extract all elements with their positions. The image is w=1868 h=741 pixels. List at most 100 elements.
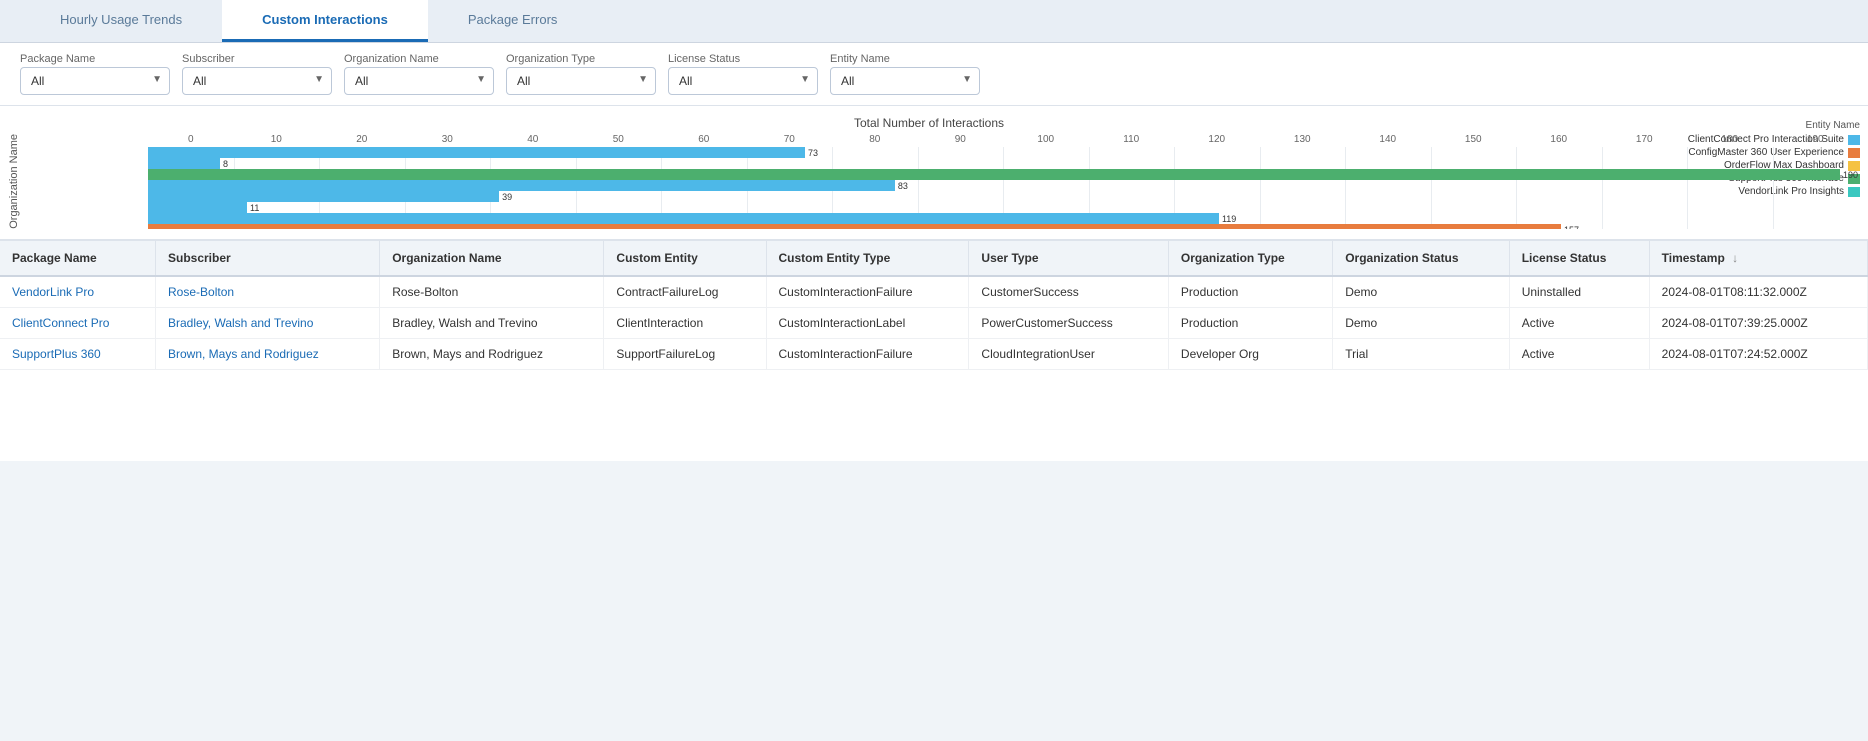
col-package-name[interactable]: Package Name [0, 241, 156, 276]
filter-package-name-select[interactable]: All [20, 67, 170, 95]
chart-area: Total Number of Interactions Entity Name… [0, 106, 1868, 241]
bar-segment-primary [148, 191, 499, 202]
filter-license-status-select[interactable]: All [668, 67, 818, 95]
table-header-row: Package Name Subscriber Organization Nam… [0, 241, 1868, 276]
table-row: ClientConnect Pro Bradley, Walsh and Trev… [0, 307, 1868, 338]
bar-value-label: 119 [1222, 214, 1236, 224]
cell-subscriber[interactable]: Rose-Bolton [156, 276, 380, 308]
x-tick: 100 [1003, 134, 1089, 145]
filter-org-type-select[interactable]: All [506, 67, 656, 95]
filter-subscriber-select[interactable]: All [182, 67, 332, 95]
bar-value-label: 39 [502, 192, 512, 202]
filter-org-type: Organization Type All ▼ [506, 53, 656, 95]
package-name-link[interactable]: SupportPlus 360 [12, 347, 101, 361]
col-license-status[interactable]: License Status [1509, 241, 1649, 276]
filter-entity-name-label: Entity Name [830, 53, 980, 65]
cell-subscriber[interactable]: Brown, Mays and Rodriguez [156, 338, 380, 369]
chart-container: Organization Name 0102030405060708090100… [0, 134, 1858, 229]
filter-entity-name-select[interactable]: All [830, 67, 980, 95]
col-subscriber[interactable]: Subscriber [156, 241, 380, 276]
tab-hourly-usage[interactable]: Hourly Usage Trends [20, 0, 222, 42]
bar-segment-primary [148, 180, 895, 191]
cell-user-type: CustomerSuccess [969, 276, 1169, 308]
cell-org-name: Rose-Bolton [380, 276, 604, 308]
cell-package-name[interactable]: ClientConnect Pro [0, 307, 156, 338]
package-name-link[interactable]: VendorLink Pro [12, 285, 94, 299]
cell-custom-entity-type: CustomInteractionFailure [766, 276, 969, 308]
col-org-name[interactable]: Organization Name [380, 241, 604, 276]
table-row: VendorLink ProRose-BoltonRose-BoltonCont… [0, 276, 1868, 308]
x-tick: 180 [1687, 134, 1773, 145]
bar-value-label: 190 [1843, 170, 1858, 180]
cell-org-status: Demo [1333, 307, 1509, 338]
x-tick: 120 [1174, 134, 1260, 145]
filter-license-status-label: License Status [668, 53, 818, 65]
chart-inner: 0102030405060708090100110120130140150160… [28, 134, 1858, 229]
cell-package-name[interactable]: VendorLink Pro [0, 276, 156, 308]
cell-license-status: Active [1509, 338, 1649, 369]
cell-custom-entity-type: CustomInteractionLabel [766, 307, 969, 338]
col-custom-entity[interactable]: Custom Entity [604, 241, 766, 276]
chart-title: Total Number of Interactions [0, 116, 1858, 130]
bars-area: Acosta Inc73Aguirre Inc8Allen-Kelly190Ar… [148, 147, 1858, 229]
cell-custom-entity: ClientInteraction [604, 307, 766, 338]
bar-row: Baker-Williams11 [148, 202, 1858, 213]
subscriber-link[interactable]: Brown, Mays and Rodriguez [168, 347, 319, 361]
x-tick: 170 [1602, 134, 1688, 145]
filter-org-type-label: Organization Type [506, 53, 656, 65]
x-tick: 0 [148, 134, 234, 145]
x-tick: 20 [319, 134, 405, 145]
x-axis-ticks: 0102030405060708090100110120130140150160… [148, 134, 1858, 145]
cell-org-type: Developer Org [1168, 338, 1332, 369]
x-tick: 30 [405, 134, 491, 145]
cell-org-type: Production [1168, 307, 1332, 338]
filter-org-name-select[interactable]: All [344, 67, 494, 95]
cell-org-name: Bradley, Walsh and Trevino [380, 307, 604, 338]
col-user-type[interactable]: User Type [969, 241, 1169, 276]
filter-license-status: License Status All ▼ [668, 53, 818, 95]
bars-content: Acosta Inc73Aguirre Inc8Allen-Kelly190Ar… [148, 147, 1858, 229]
col-org-type[interactable]: Organization Type [1168, 241, 1332, 276]
cell-org-type: Production [1168, 276, 1332, 308]
filter-package-name: Package Name All ▼ [20, 53, 170, 95]
bar-row: Allen-Kelly190 [148, 169, 1858, 180]
cell-package-name[interactable]: SupportPlus 360 [0, 338, 156, 369]
col-custom-entity-type[interactable]: Custom Entity Type [766, 241, 969, 276]
bar-row: Arnold-Martin83 [148, 180, 1858, 191]
tab-custom-interactions[interactable]: Custom Interactions [222, 0, 428, 42]
bar-value-label: 73 [808, 148, 818, 158]
cell-user-type: PowerCustomerSuccess [969, 307, 1169, 338]
table-body: VendorLink ProRose-BoltonRose-BoltonCont… [0, 276, 1868, 370]
x-tick: 10 [234, 134, 320, 145]
tabs-bar: Hourly Usage Trends Custom Interactions … [0, 0, 1868, 43]
cell-custom-entity-type: CustomInteractionFailure [766, 338, 969, 369]
table-area[interactable]: Package Name Subscriber Organization Nam… [0, 241, 1868, 461]
bar-value-label: 8 [223, 159, 228, 169]
bar-row: Baker-Zuniga119 [148, 213, 1858, 224]
x-tick: 70 [747, 134, 833, 145]
bar-segment-primary [148, 147, 805, 158]
col-org-status[interactable]: Organization Status [1333, 241, 1509, 276]
package-name-link[interactable]: ClientConnect Pro [12, 316, 109, 330]
subscriber-link[interactable]: Rose-Bolton [168, 285, 234, 299]
subscriber-link[interactable]: Bradley, Walsh and Trevino [168, 316, 313, 330]
cell-timestamp: 2024-08-01T07:39:25.000Z [1649, 307, 1867, 338]
filter-entity-name: Entity Name All ▼ [830, 53, 980, 95]
bar-segment-primary [148, 169, 1840, 180]
tab-package-errors[interactable]: Package Errors [428, 0, 598, 42]
x-tick: 140 [1345, 134, 1431, 145]
filter-org-name: Organization Name All ▼ [344, 53, 494, 95]
cell-license-status: Active [1509, 307, 1649, 338]
legend-title: Entity Name [1688, 120, 1860, 131]
cell-subscriber[interactable]: Bradley, Walsh and Trevino [156, 307, 380, 338]
bar-row: Arroyo-Arnold39 [148, 191, 1858, 202]
x-tick: 130 [1260, 134, 1346, 145]
x-tick: 60 [661, 134, 747, 145]
x-tick: 160 [1516, 134, 1602, 145]
x-tick: 40 [490, 134, 576, 145]
y-axis-label: Organization Name [0, 134, 28, 229]
cell-custom-entity: SupportFailureLog [604, 338, 766, 369]
col-timestamp[interactable]: Timestamp ↓ [1649, 241, 1867, 276]
filter-package-name-label: Package Name [20, 53, 170, 65]
bar-value-label: 83 [898, 181, 908, 191]
